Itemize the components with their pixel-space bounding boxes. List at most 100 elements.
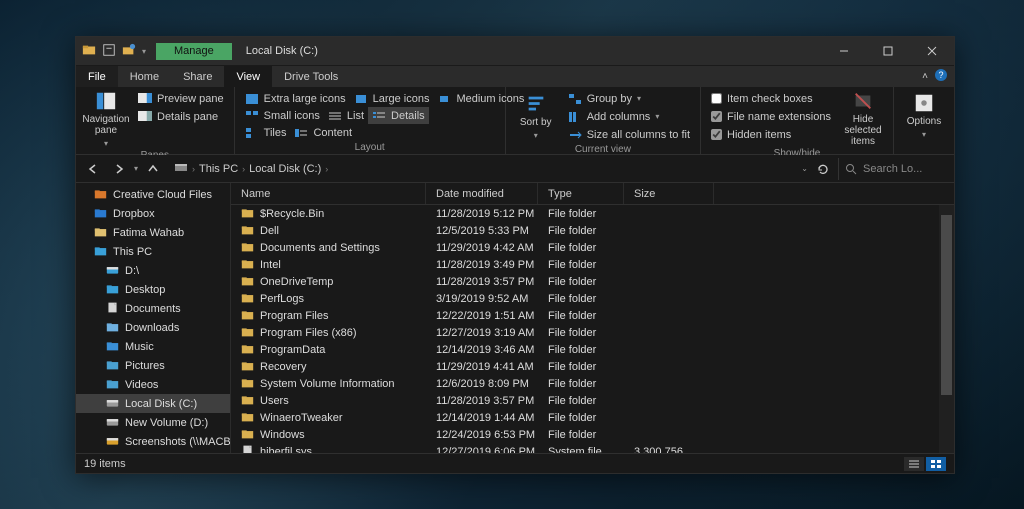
table-row[interactable]: Documents and Settings11/29/2019 4:42 AM… [231,239,954,256]
table-row[interactable]: PerfLogs3/19/2019 9:52 AMFile folder [231,290,954,307]
sidebar-item-label: Documents [125,303,181,315]
layout-tiles[interactable]: Tiles [241,124,291,141]
minimize-button[interactable] [822,37,866,65]
properties-icon[interactable] [102,43,116,60]
add-columns-button[interactable]: Add columns ▾ [564,108,694,125]
col-date[interactable]: Date modified [426,183,538,204]
manage-tab[interactable]: Manage [156,43,232,60]
search-box[interactable]: Search Lo... [838,158,948,180]
details-view-toggle[interactable] [904,457,924,471]
table-row[interactable]: WinaeroTweaker12/14/2019 1:44 AMFile fol… [231,409,954,426]
menu-drive-tools[interactable]: Drive Tools [272,66,350,87]
vertical-scrollbar[interactable] [939,205,954,453]
layout-small[interactable]: Small icons [241,107,324,124]
details-pane-button[interactable]: Details pane [134,108,228,125]
titlebar[interactable]: ▾ Manage Local Disk (C:) [76,37,954,65]
table-row[interactable]: System Volume Information12/6/2019 8:09 … [231,375,954,392]
table-row[interactable]: Dell12/5/2019 5:33 PMFile folder [231,222,954,239]
sidebar-item[interactable]: Documents [76,299,230,318]
col-name[interactable]: Name [231,183,426,204]
thumbnails-view-toggle[interactable] [926,457,946,471]
navigation-pane-button[interactable]: Navigation pane▾ [82,90,130,149]
close-button[interactable] [910,37,954,65]
folder-icon [241,376,254,392]
sidebar-item[interactable]: Downloads [76,318,230,337]
menu-share[interactable]: Share [171,66,224,87]
ribbon-current-view-group: Sort by▾ Group by ▾ Add columns ▾ Size a… [506,87,701,154]
table-row[interactable]: Program Files (x86)12/27/2019 3:19 AMFil… [231,324,954,341]
file-extensions-toggle[interactable]: File name extensions [707,108,835,125]
content-area: Creative Cloud FilesDropboxFatima WahabT… [76,183,954,453]
layout-list[interactable]: List [324,107,368,124]
layout-details[interactable]: Details [368,107,429,124]
chevron-right-icon[interactable]: › [192,164,195,174]
item-count: 19 items [84,458,126,470]
hidden-items-toggle[interactable]: Hidden items [707,126,835,143]
layout-content[interactable]: Content [290,124,356,141]
sidebar-item[interactable]: Videos [76,375,230,394]
file-type: File folder [538,412,624,424]
file-type: File folder [538,293,624,305]
navigation-pane-label: Navigation pane [82,114,130,136]
table-row[interactable]: Users11/28/2019 3:57 PMFile folder [231,392,954,409]
up-button[interactable] [142,158,164,180]
sidebar-item[interactable]: Pictures [76,356,230,375]
group-by-button[interactable]: Group by ▾ [564,90,694,107]
col-size[interactable]: Size [624,183,714,204]
options-button[interactable]: Options▾ [900,90,948,141]
sidebar-item[interactable]: Desktop [76,280,230,299]
menu-home[interactable]: Home [118,66,171,87]
size-all-columns-button[interactable]: Size all columns to fit [564,126,694,143]
chevron-right-icon[interactable]: › [242,164,245,174]
drive-icon [106,415,119,431]
table-row[interactable]: ProgramData12/14/2019 3:46 AMFile folder [231,341,954,358]
chevron-right-icon[interactable]: › [325,164,328,174]
table-row[interactable]: hiberfil.sys12/27/2019 6:06 PMSystem fil… [231,443,954,453]
menu-view[interactable]: View [224,66,272,87]
sidebar-item[interactable]: D:\ [76,261,230,280]
maximize-button[interactable] [866,37,910,65]
breadcrumb[interactable]: › This PC › Local Disk (C:) › [168,158,797,180]
address-dropdown-icon[interactable]: ⌄ [801,164,808,173]
collapse-ribbon-icon[interactable]: ˄ [922,71,928,82]
sort-by-button[interactable]: Sort by▾ [512,90,560,143]
new-folder-icon[interactable] [122,43,136,60]
breadcrumb-this-pc[interactable]: This PC [199,163,238,175]
sidebar-item-label: Screenshots (\\MACBOOK [125,436,231,448]
table-row[interactable]: Windows12/24/2019 6:53 PMFile folder [231,426,954,443]
item-checkboxes-toggle[interactable]: Item check boxes [707,90,835,107]
col-type[interactable]: Type [538,183,624,204]
table-row[interactable]: OneDriveTemp11/28/2019 3:57 PMFile folde… [231,273,954,290]
menu-file[interactable]: File [76,66,118,87]
sidebar-item[interactable]: This PC [76,242,230,261]
scrollbar-thumb[interactable] [941,215,952,395]
forward-button[interactable] [108,158,130,180]
qat-caret-icon[interactable]: ▾ [142,47,146,56]
refresh-button[interactable] [812,158,834,180]
help-icon[interactable]: ? [934,68,948,85]
sidebar-item[interactable]: Fatima Wahab [76,223,230,242]
navigation-pane[interactable]: Creative Cloud Files DropboxFatima WahabT… [76,183,231,453]
file-type: File folder [538,361,624,373]
sidebar-item[interactable]: Music [76,337,230,356]
sidebar-item[interactable]: New Volume (D:) [76,413,230,432]
layout-large[interactable]: Large icons [350,90,434,107]
sidebar-item[interactable]: Creative Cloud Files [76,185,230,204]
sidebar-item[interactable]: Dropbox [76,204,230,223]
sidebar-item[interactable]: Local Disk (C:) [76,394,230,413]
sidebar-item-label: Videos [125,379,158,391]
sidebar-item-label: Creative Cloud Files [113,189,212,201]
table-row[interactable]: Program Files12/22/2019 1:51 AMFile fold… [231,307,954,324]
history-caret-icon[interactable]: ▾ [134,164,138,173]
column-headers[interactable]: Name Date modified Type Size [231,183,954,205]
back-button[interactable] [82,158,104,180]
layout-extra-large[interactable]: Extra large icons [241,90,350,107]
hide-selected-button[interactable]: Hide selected items [839,90,887,147]
preview-pane-button[interactable]: Preview pane [134,90,228,107]
sidebar-item[interactable]: Screenshots (\\MACBOOK [76,432,230,451]
table-row[interactable]: $Recycle.Bin11/28/2019 5:12 PMFile folde… [231,205,954,222]
table-row[interactable]: Recovery11/29/2019 4:41 AMFile folder [231,358,954,375]
table-row[interactable]: Intel11/28/2019 3:49 PMFile folder [231,256,954,273]
sidebar-item-label: Music [125,341,154,353]
breadcrumb-current[interactable]: Local Disk (C:) [249,163,321,175]
